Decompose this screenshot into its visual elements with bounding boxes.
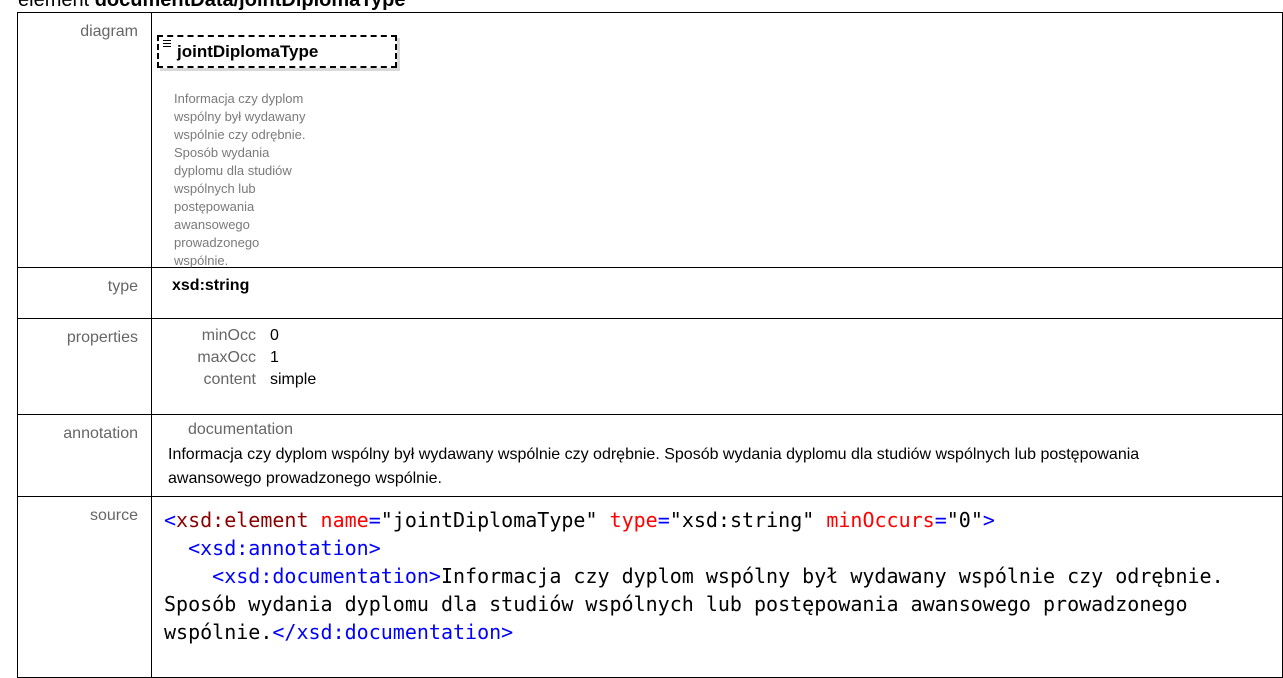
property-value: simple [270, 371, 317, 388]
properties-label: properties [17, 318, 152, 415]
type-value: xsd:string [172, 277, 250, 294]
annotation-label: annotation [17, 414, 152, 497]
property-value: 0 [270, 327, 279, 344]
annotation-heading: documentation [188, 421, 293, 438]
property-item: minOcc 0 [152, 325, 1282, 347]
code-attr-value: "jointDiplomaType" [380, 508, 598, 532]
heading-element-name: documentData/jointDiplomaType [94, 0, 406, 11]
code-attr-value: "xsd:string" [669, 508, 815, 532]
property-item: maxOcc 1 [152, 347, 1282, 369]
property-key: maxOcc [197, 349, 256, 366]
property-value: 1 [270, 349, 279, 366]
code-documentation-open: <xsd:documentation> [212, 564, 441, 588]
source-row: source <xsd:element name="jointDiplomaTy… [17, 496, 1283, 678]
source-code: <xsd:element name="jointDiplomaType" typ… [164, 508, 1236, 644]
diagram-label: diagram [17, 12, 152, 268]
type-label: type [17, 267, 152, 319]
code-attr-name: name [320, 508, 369, 532]
diagram-description: Informacja czy dyplom wspólny był wydawa… [174, 91, 306, 268]
code-attr-value: "0" [946, 508, 983, 532]
diagram-element-box: jointDiplomaType [157, 35, 397, 68]
code-attr-name: minOccurs [826, 508, 935, 532]
code-bracket: > [982, 508, 995, 532]
property-key: content [203, 371, 256, 388]
code-tag-name: xsd:element [176, 508, 309, 532]
source-label: source [17, 496, 152, 678]
page-heading: element documentData/jointDiplomaType [18, 0, 405, 12]
property-key: minOcc [201, 327, 256, 344]
properties-row: properties minOcc 0 maxOcc 1 content sim… [17, 318, 1283, 415]
heading-prefix: element [18, 0, 90, 11]
annotation-text: Informacja czy dyplom wspólny był wydawa… [168, 446, 1140, 487]
type-row: type xsd:string [17, 267, 1283, 319]
element-icon [163, 40, 171, 49]
code-documentation-close: </xsd:documentation> [272, 620, 514, 644]
code-annotation-tag: <xsd:annotation> [188, 536, 381, 560]
annotation-row: annotation documentation Informacja czy … [17, 414, 1283, 497]
code-attr-name: type [609, 508, 658, 532]
properties-list: minOcc 0 maxOcc 1 content simple [152, 319, 1282, 391]
code-bracket: < [164, 508, 177, 532]
diagram-element-name: jointDiplomaType [177, 42, 319, 61]
property-item: content simple [152, 369, 1282, 391]
